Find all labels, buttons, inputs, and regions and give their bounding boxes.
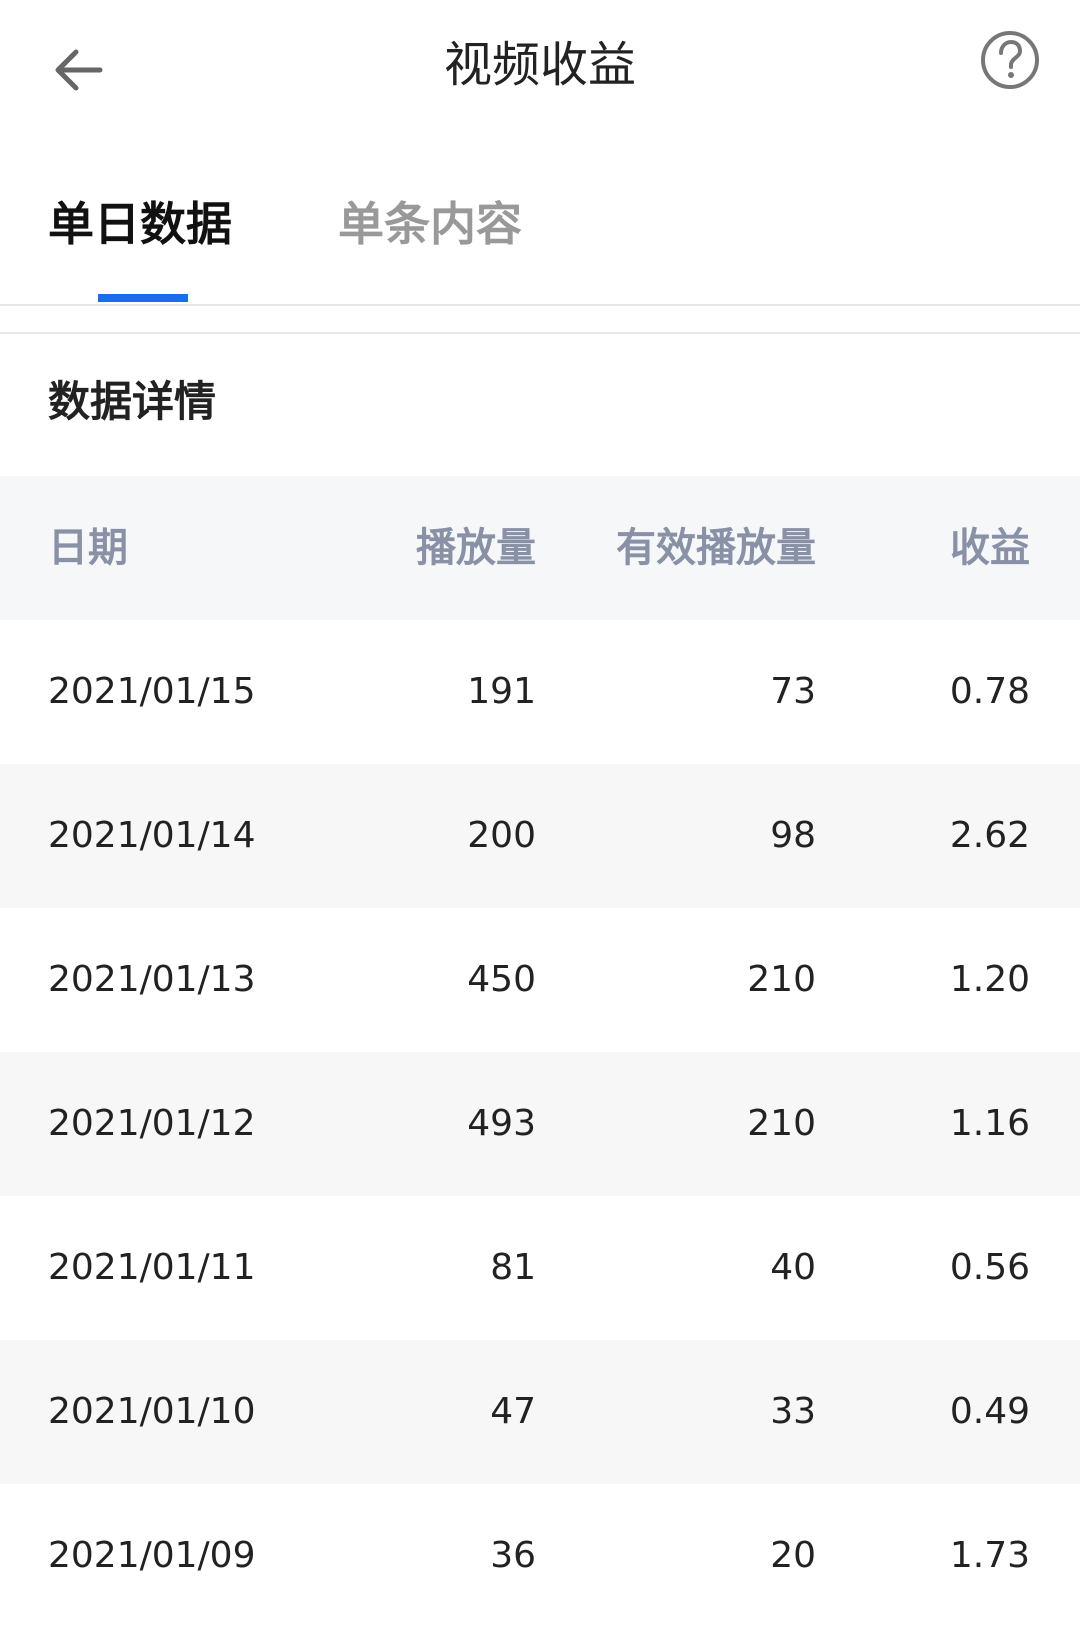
cell-plays: 47 <box>490 1391 536 1432</box>
cell-valid-plays: 73 <box>770 671 816 712</box>
table-row: 2021/01/15 191 73 0.78 <box>0 620 1080 764</box>
column-header-plays: 播放量 <box>416 525 536 571</box>
section-title: 数据详情 <box>48 377 217 426</box>
help-button[interactable] <box>978 28 1042 92</box>
cell-income: 2.62 <box>949 815 1030 856</box>
cell-income: 0.56 <box>949 1247 1030 1288</box>
page-title: 视频收益 <box>443 37 636 93</box>
cell-date: 2021/01/12 <box>48 1103 256 1144</box>
table-row: 2021/01/09 36 20 1.73 <box>0 1484 1080 1628</box>
column-header-date: 日期 <box>48 525 128 571</box>
cell-date: 2021/01/13 <box>48 959 256 1000</box>
cell-valid-plays: 210 <box>747 1103 816 1144</box>
cell-date: 2021/01/09 <box>48 1535 256 1576</box>
tab-single-content[interactable]: 单条内容 <box>338 194 522 254</box>
cell-date: 2021/01/15 <box>48 671 256 712</box>
cell-date: 2021/01/11 <box>48 1247 256 1288</box>
data-table: 日期 播放量 有效播放量 收益 2021/01/15 191 73 0.78 2… <box>0 476 1080 1628</box>
cell-date: 2021/01/14 <box>48 815 256 856</box>
cell-plays: 81 <box>490 1247 536 1288</box>
cell-plays: 36 <box>490 1535 536 1576</box>
tab-bar: 单日数据 单条内容 <box>0 180 1080 306</box>
cell-income: 0.78 <box>949 671 1030 712</box>
column-header-income: 收益 <box>950 525 1030 571</box>
cell-valid-plays: 210 <box>747 959 816 1000</box>
cell-income: 1.73 <box>949 1535 1030 1576</box>
active-tab-indicator <box>98 294 188 302</box>
cell-income: 0.49 <box>949 1391 1030 1432</box>
cell-valid-plays: 98 <box>770 815 816 856</box>
cell-income: 1.20 <box>949 959 1030 1000</box>
top-bar: 视频收益 <box>0 0 1080 140</box>
cell-valid-plays: 40 <box>770 1247 816 1288</box>
table-row: 2021/01/12 493 210 1.16 <box>0 1052 1080 1196</box>
table-row: 2021/01/14 200 98 2.62 <box>0 764 1080 908</box>
table-body: 2021/01/15 191 73 0.78 2021/01/14 200 98… <box>0 620 1080 1628</box>
cell-valid-plays: 20 <box>770 1535 816 1576</box>
column-header-valid-plays: 有效播放量 <box>616 525 816 571</box>
cell-date: 2021/01/10 <box>48 1391 256 1432</box>
table-row: 2021/01/10 47 33 0.49 <box>0 1340 1080 1484</box>
cell-plays: 191 <box>467 671 536 712</box>
cell-plays: 450 <box>467 959 536 1000</box>
cell-plays: 493 <box>467 1103 536 1144</box>
tab-daily-data[interactable]: 单日数据 <box>48 194 232 254</box>
cell-plays: 200 <box>467 815 536 856</box>
cell-valid-plays: 33 <box>770 1391 816 1432</box>
table-row: 2021/01/11 81 40 0.56 <box>0 1196 1080 1340</box>
table-header: 日期 播放量 有效播放量 收益 <box>0 476 1080 620</box>
section-divider <box>0 332 1080 334</box>
cell-income: 1.16 <box>949 1103 1030 1144</box>
question-circle-icon <box>981 31 1039 89</box>
table-row: 2021/01/13 450 210 1.20 <box>0 908 1080 1052</box>
